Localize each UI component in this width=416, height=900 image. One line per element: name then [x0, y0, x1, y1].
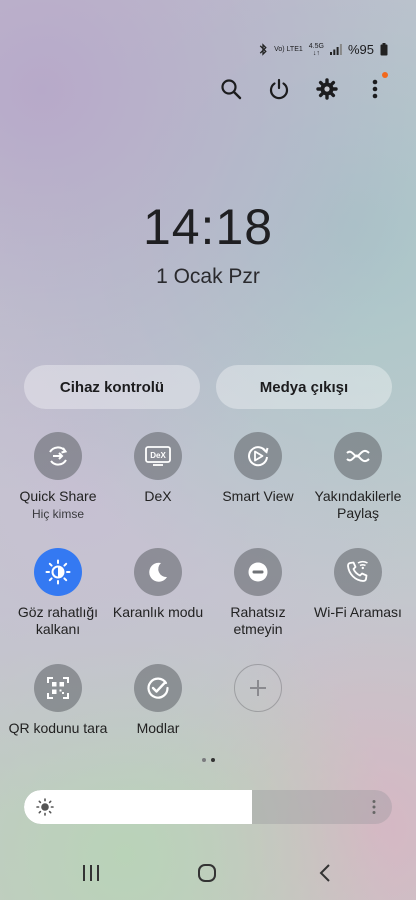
device-control-button[interactable]: Cihaz kontrolü: [24, 365, 200, 409]
smart-view-icon: [234, 432, 282, 480]
battery-percent: %95: [347, 42, 374, 57]
do-not-disturb-icon: [234, 548, 282, 596]
clock-date: 1 Ocak Pzr: [156, 265, 260, 288]
dex-icon-text: DeX: [150, 451, 166, 460]
wifi-calling-icon: [334, 548, 382, 596]
tile-label: DeX: [144, 488, 172, 504]
tile-label: Quick Share: [19, 488, 97, 504]
eye-comfort-icon: [34, 548, 82, 596]
dex-icon: DeX: [134, 432, 182, 480]
tile-label: Wi-Fi Araması: [314, 604, 402, 620]
brightness-icon: [36, 798, 54, 816]
tile-nearby-share[interactable]: Yakındakilerle Paylaş: [308, 432, 408, 522]
network-indicator: Vo) LTE1: [274, 46, 303, 53]
recents-button[interactable]: [76, 858, 106, 888]
home-icon: [198, 864, 216, 882]
tile-do-not-disturb[interactable]: Rahatsız etmeyin: [208, 548, 308, 638]
tile-add[interactable]: [208, 664, 308, 720]
brightness-more-icon[interactable]: [372, 799, 376, 815]
navigation-bar: [0, 858, 416, 888]
status-bar: Vo) LTE1 4.5G ↓↑ %95: [258, 42, 388, 57]
more-icon: [372, 79, 378, 99]
network-generation: 4.5G ↓↑: [309, 43, 324, 57]
power-button[interactable]: [264, 74, 294, 104]
tile-quick-share[interactable]: Quick Share Hiç kimse: [8, 432, 108, 521]
quick-share-icon: [34, 432, 82, 480]
qr-scan-icon: [34, 664, 82, 712]
brightness-slider[interactable]: [24, 790, 392, 824]
data-arrows-icon: ↓↑: [312, 49, 320, 57]
nearby-share-icon: [334, 432, 382, 480]
tile-label: Modlar: [136, 720, 180, 736]
page-dot-active[interactable]: [210, 758, 215, 762]
search-icon: [221, 79, 242, 100]
media-output-button[interactable]: Medya çıkışı: [216, 365, 392, 409]
back-icon: [319, 864, 330, 882]
settings-icon: [316, 78, 338, 100]
add-icon: [234, 664, 282, 712]
tile-dark-mode[interactable]: Karanlık modu: [108, 548, 208, 621]
network-gen-label: 4.5G: [308, 42, 324, 50]
tile-dex[interactable]: DeX DeX: [108, 432, 208, 505]
page-dot[interactable]: [201, 758, 206, 762]
clock-time: 14:18: [142, 199, 274, 255]
tile-sublabel: Hiç kimse: [31, 507, 84, 521]
tile-qr-scan[interactable]: QR kodunu tara: [8, 664, 108, 737]
tile-label: Rahatsız etmeyin: [230, 604, 286, 637]
battery-icon: [380, 43, 388, 56]
settings-button[interactable]: [312, 74, 342, 104]
page-indicator: [0, 758, 416, 762]
dark-mode-icon: [134, 548, 182, 596]
tile-label: Karanlık modu: [112, 604, 204, 620]
tile-label: QR kodunu tara: [8, 720, 108, 736]
recents-icon: [83, 865, 99, 881]
tile-label: Smart View: [222, 488, 294, 504]
signal-icon: [329, 44, 342, 55]
bluetooth-icon: [259, 43, 267, 56]
back-button[interactable]: [310, 858, 340, 888]
power-icon: [269, 78, 289, 100]
network-top: Vo) LTE1: [274, 46, 303, 53]
brightness-fill: [24, 790, 253, 824]
more-options-button[interactable]: [360, 72, 390, 104]
notification-badge: [382, 72, 388, 78]
tile-modes[interactable]: Modlar: [108, 664, 208, 737]
quick-panel-actions: [216, 72, 390, 104]
tile-wifi-calling[interactable]: Wi-Fi Araması: [308, 548, 408, 621]
tile-eye-comfort[interactable]: Göz rahatlığı kalkanı: [8, 548, 108, 638]
tile-smart-view[interactable]: Smart View: [208, 432, 308, 505]
tile-label: Göz rahatlığı kalkanı: [17, 604, 99, 637]
modes-icon: [134, 664, 182, 712]
home-button[interactable]: [192, 858, 222, 888]
tile-label: Yakındakilerle Paylaş: [314, 488, 402, 521]
search-button[interactable]: [216, 74, 246, 104]
